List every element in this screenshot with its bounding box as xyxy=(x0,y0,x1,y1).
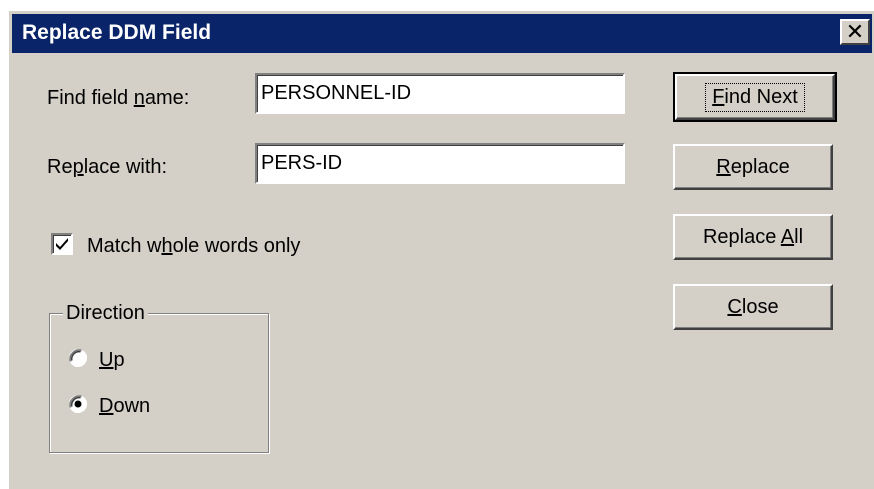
replace-with-label: Replace with: xyxy=(47,156,168,178)
checkbox-box[interactable] xyxy=(51,233,73,255)
find-field-name-label: Find field name: xyxy=(47,87,190,109)
match-whole-words-label: Match whole words only xyxy=(87,235,301,257)
direction-groupbox xyxy=(49,313,269,453)
find-next-label: Find Next xyxy=(705,82,805,112)
find-field-name-input[interactable] xyxy=(255,73,625,114)
replace-with-input[interactable] xyxy=(255,143,625,184)
find-next-button[interactable]: Find Next xyxy=(673,72,837,122)
close-icon: ✕ xyxy=(845,19,865,44)
replace-all-button[interactable]: Replace All xyxy=(673,214,833,260)
radio-unselected-icon[interactable] xyxy=(67,347,89,369)
direction-down-label: Down xyxy=(99,395,151,417)
close-label: Close xyxy=(727,295,779,318)
replace-button[interactable]: Replace xyxy=(673,144,833,190)
direction-legend: Direction xyxy=(63,301,148,325)
close-window-button[interactable]: ✕ xyxy=(840,19,870,45)
replace-all-label: Replace All xyxy=(702,225,804,248)
radio-selected-icon[interactable] xyxy=(67,393,89,415)
replace-ddm-field-dialog: Replace DDM Field ✕ Find field name: Rep… xyxy=(8,10,874,489)
close-button[interactable]: Close xyxy=(673,284,833,330)
direction-up-label: Up xyxy=(99,349,125,371)
title-bar[interactable]: Replace DDM Field ✕ xyxy=(12,14,872,53)
checkmark-icon xyxy=(56,238,68,250)
dialog-title: Replace DDM Field xyxy=(22,21,212,44)
replace-label: Replace xyxy=(716,155,790,178)
